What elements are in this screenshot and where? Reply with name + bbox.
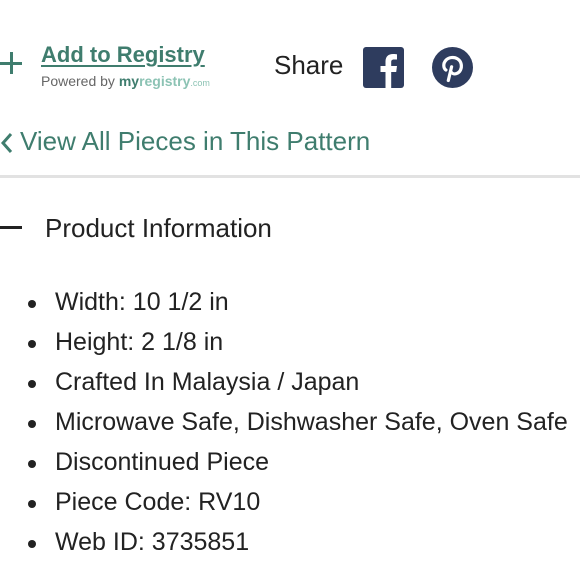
web-id: Web ID: 3735851 <box>55 528 250 556</box>
bullet-icon <box>28 340 36 348</box>
list-item: Microwave Safe, Dishwasher Safe, Oven Sa… <box>0 404 580 444</box>
divider <box>0 175 580 178</box>
bullet-icon <box>28 380 36 388</box>
pinterest-icon <box>432 47 473 88</box>
list-item: Height: 2 1/8 in <box>0 324 580 364</box>
bullet-icon <box>28 300 36 308</box>
product-information-list: Width: 10 1/2 in Height: 2 1/8 in Crafte… <box>0 284 580 564</box>
facebook-icon <box>380 54 397 88</box>
share-label: Share <box>274 50 344 80</box>
facebook-share-button[interactable] <box>363 47 404 88</box>
bullet-icon <box>28 420 36 428</box>
pinterest-share-button[interactable] <box>432 47 473 88</box>
list-item: Discontinued Piece <box>0 444 580 484</box>
bullet-icon <box>28 460 36 468</box>
plus-icon[interactable] <box>0 52 22 74</box>
minus-icon[interactable] <box>0 226 22 229</box>
product-height: Height: 2 1/8 in <box>55 328 224 356</box>
list-item: Piece Code: RV10 <box>0 484 580 524</box>
bullet-icon <box>28 540 36 548</box>
powered-by-text: Powered by myregistry.com <box>41 73 210 89</box>
add-to-registry[interactable]: Add to Registry Powered by myregistry.co… <box>0 40 250 96</box>
add-to-registry-link[interactable]: Add to Registry <box>41 42 205 68</box>
list-item: Crafted In Malaysia / Japan <box>0 364 580 404</box>
product-width: Width: 10 1/2 in <box>55 288 229 316</box>
product-origin: Crafted In Malaysia / Japan <box>55 368 360 396</box>
powered-by-label: Powered by <box>41 73 119 89</box>
brand-registry: registry <box>139 73 191 89</box>
product-care: Microwave Safe, Dishwasher Safe, Oven Sa… <box>55 408 568 436</box>
piece-code: Piece Code: RV10 <box>55 488 261 516</box>
list-item: Width: 10 1/2 in <box>0 284 580 324</box>
product-information-toggle[interactable]: Product Information <box>0 210 580 250</box>
brand-com: .com <box>190 78 210 88</box>
product-status: Discontinued Piece <box>55 448 270 476</box>
list-item: Web ID: 3735851 <box>0 524 580 564</box>
bullet-icon <box>28 500 36 508</box>
brand-my: my <box>118 73 140 89</box>
view-all-pieces-label: View All Pieces in This Pattern <box>20 126 371 156</box>
chevron-left-icon <box>0 133 13 153</box>
product-information-title: Product Information <box>45 213 272 243</box>
